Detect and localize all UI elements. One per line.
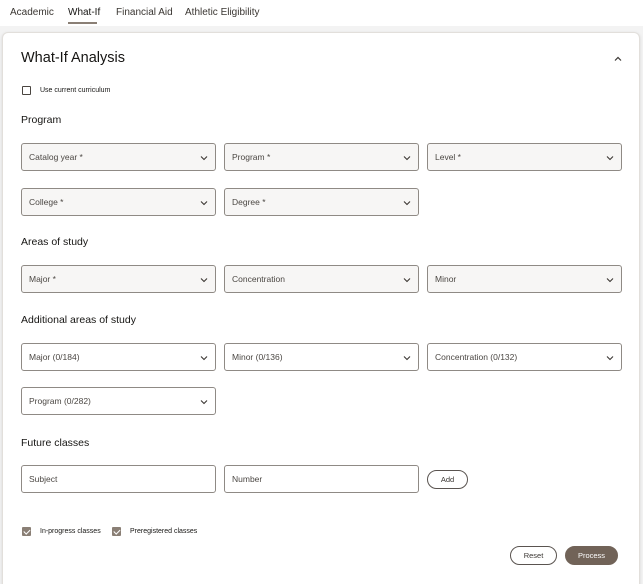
additional-concentration-select[interactable]: Concentration (0/132) — [427, 343, 622, 371]
tab-financial-aid[interactable]: Financial Aid — [116, 7, 173, 18]
catalog-year-label: Catalog year * — [29, 152, 83, 162]
use-current-curriculum-checkbox[interactable] — [22, 86, 31, 95]
areas-of-study-title: Areas of study — [21, 236, 89, 248]
preregistered-label: Preregistered classes — [130, 528, 198, 535]
major-label: Major * — [29, 274, 56, 284]
tab-athletic-eligibility[interactable]: Athletic Eligibility — [185, 7, 259, 18]
preregistered-checkbox[interactable] — [112, 527, 121, 536]
additional-concentration-label: Concentration (0/132) — [435, 352, 518, 362]
in-progress-label: In-progress classes — [40, 528, 101, 535]
minor-label: Minor — [435, 274, 457, 284]
chevron-down-icon — [403, 356, 411, 361]
number-input[interactable] — [224, 465, 419, 493]
degree-label: Degree * — [232, 197, 266, 207]
additional-areas-title: Additional areas of study — [21, 314, 136, 326]
in-progress-checkbox[interactable] — [22, 527, 31, 536]
additional-major-label: Major (0/184) — [29, 352, 80, 362]
major-select[interactable]: Major * — [21, 265, 216, 293]
chevron-down-icon — [200, 278, 208, 283]
use-current-curriculum-row: Use current curriculum — [22, 86, 110, 95]
future-classes-title: Future classes — [21, 437, 90, 449]
add-class-button[interactable]: Add — [427, 470, 468, 489]
chevron-down-icon — [403, 201, 411, 206]
chevron-down-icon — [200, 201, 208, 206]
chevron-down-icon — [606, 278, 614, 283]
chevron-down-icon — [200, 356, 208, 361]
additional-program-select[interactable]: Program (0/282) — [21, 387, 216, 415]
college-select[interactable]: College * — [21, 188, 216, 216]
minor-select[interactable]: Minor — [427, 265, 622, 293]
tab-academic[interactable]: Academic — [10, 7, 54, 18]
active-tab-indicator — [68, 22, 97, 24]
degree-select[interactable]: Degree * — [224, 188, 419, 216]
program-label: Program * — [232, 152, 271, 162]
additional-minor-select[interactable]: Minor (0/136) — [224, 343, 419, 371]
college-label: College * — [29, 197, 64, 207]
additional-minor-label: Minor (0/136) — [232, 352, 283, 362]
chevron-down-icon — [403, 278, 411, 283]
in-progress-row: In-progress classes — [22, 527, 101, 536]
tab-what-if[interactable]: What-If — [68, 7, 100, 18]
chevron-down-icon — [403, 156, 411, 161]
subject-input[interactable] — [21, 465, 216, 493]
process-button[interactable]: Process — [565, 546, 618, 565]
catalog-year-select[interactable]: Catalog year * — [21, 143, 216, 171]
panel-title: What-If Analysis — [21, 50, 125, 66]
reset-button[interactable]: Reset — [510, 546, 557, 565]
additional-program-label: Program (0/282) — [29, 396, 91, 406]
program-select[interactable]: Program * — [224, 143, 419, 171]
level-select[interactable]: Level * — [427, 143, 622, 171]
chevron-down-icon — [200, 400, 208, 405]
program-section-title: Program — [21, 114, 62, 126]
concentration-select[interactable]: Concentration — [224, 265, 419, 293]
additional-major-select[interactable]: Major (0/184) — [21, 343, 216, 371]
level-label: Level * — [435, 152, 461, 162]
use-current-curriculum-label: Use current curriculum — [40, 87, 111, 94]
chevron-down-icon — [200, 156, 208, 161]
preregistered-row: Preregistered classes — [112, 527, 197, 536]
concentration-label: Concentration — [232, 274, 285, 284]
tab-bar: Academic What-If Financial Aid Athletic … — [0, 0, 643, 26]
chevron-up-icon[interactable] — [611, 52, 625, 66]
what-if-panel: What-If Analysis Use current curriculum … — [2, 32, 640, 584]
chevron-down-icon — [606, 356, 614, 361]
chevron-down-icon — [606, 156, 614, 161]
